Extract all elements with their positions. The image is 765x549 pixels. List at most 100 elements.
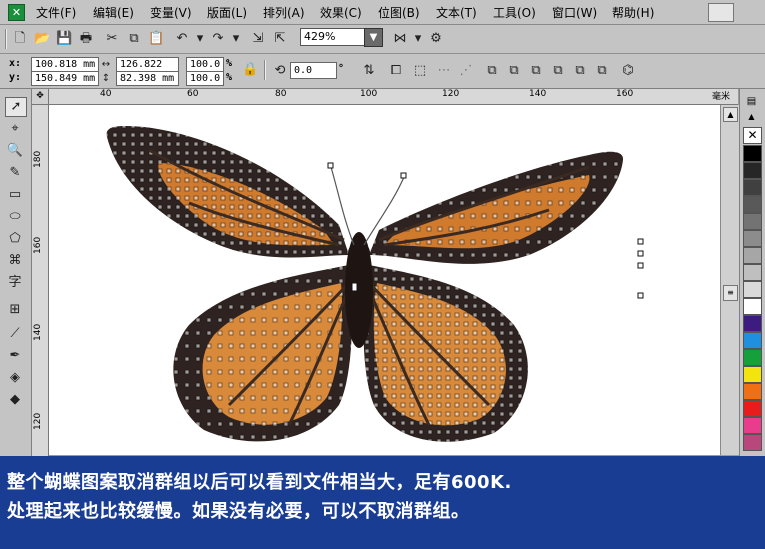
simplify-icon[interactable]: ⧉: [550, 63, 566, 79]
trim-icon[interactable]: ⧉: [506, 63, 522, 79]
save-icon[interactable]: 💾: [56, 31, 72, 47]
ruler-origin[interactable]: ✥: [32, 89, 49, 105]
weld-icon[interactable]: ⧉: [484, 63, 500, 79]
ungroup-icon[interactable]: ⬚: [412, 63, 428, 79]
color-swatch[interactable]: [743, 332, 762, 349]
snap-dropdown-icon[interactable]: ▾: [410, 31, 426, 47]
back-minus-front-icon[interactable]: ⧉: [594, 63, 610, 79]
text-tool-icon[interactable]: 字: [5, 274, 25, 292]
open-file-icon[interactable]: 📂: [34, 31, 50, 47]
options-icon[interactable]: ⚙: [428, 31, 444, 47]
menu-help[interactable]: 帮助(H): [612, 4, 654, 21]
menu-edit[interactable]: 编辑(E): [93, 4, 134, 21]
menu-layout[interactable]: 版面(L): [207, 4, 247, 21]
redo-icon[interactable]: ↷: [210, 31, 226, 47]
menu-file[interactable]: 文件(F): [36, 4, 76, 21]
width-field[interactable]: 126.822 mm: [116, 57, 179, 83]
undo-icon[interactable]: ↶: [174, 31, 190, 47]
vertical-ruler[interactable]: 180 160 140 120: [32, 104, 49, 456]
color-swatch[interactable]: [743, 179, 762, 196]
menu-variable[interactable]: 变量(V): [150, 4, 192, 21]
palette-menu-icon[interactable]: ▤: [744, 95, 759, 109]
mirror-icon[interactable]: ⇅: [361, 63, 377, 79]
menu-window[interactable]: 窗口(W): [552, 4, 597, 21]
scale-x-field[interactable]: 100.0: [186, 57, 224, 72]
color-swatch[interactable]: [743, 383, 762, 400]
menu-arrange[interactable]: 排列(A): [263, 4, 305, 21]
intersect-icon[interactable]: ⧉: [528, 63, 544, 79]
menu-text[interactable]: 文本(T): [436, 4, 477, 21]
snap-icon[interactable]: ⋈: [392, 31, 408, 47]
property-bar: x: y: 100.818 mm 150.849 mm ↔ ↕ 126.822 …: [0, 54, 765, 89]
group-icon[interactable]: ⧠: [388, 63, 404, 79]
zoom-level-select[interactable]: 429%: [300, 28, 367, 46]
lock-ratio-icon[interactable]: 🔒: [242, 62, 258, 78]
height-field[interactable]: 82.398 mm: [116, 71, 179, 86]
rectangle-tool-icon[interactable]: ▭: [5, 186, 25, 204]
scroll-up-icon[interactable]: ▲: [723, 107, 738, 122]
menu-effects[interactable]: 效果(C): [320, 4, 362, 21]
ruler-v-tick: 160: [33, 236, 43, 254]
y-position-field[interactable]: 150.849 mm: [31, 71, 99, 86]
eyedropper-tool-icon[interactable]: ⟋: [5, 325, 25, 343]
horizontal-ruler[interactable]: 40 60 80 100 120 140 160 毫米: [32, 89, 738, 105]
color-swatch[interactable]: [743, 247, 762, 264]
undo-dropdown-icon[interactable]: ▾: [192, 31, 208, 47]
basic-shapes-tool-icon[interactable]: ⌘: [5, 252, 25, 270]
interactive-fill-tool-icon[interactable]: ◆: [5, 391, 25, 409]
color-swatch[interactable]: [743, 162, 762, 179]
ruler-h-tick: 100: [360, 89, 378, 99]
break-apart-icon[interactable]: ⋰: [458, 63, 474, 79]
fill-tool-icon[interactable]: ◈: [5, 369, 25, 387]
combine-icon[interactable]: ⋯: [436, 63, 452, 79]
color-swatch[interactable]: [743, 213, 762, 230]
convert-to-curves-icon[interactable]: ⌬: [620, 63, 636, 79]
color-swatch[interactable]: [743, 196, 762, 213]
outline-tool-icon[interactable]: ✒: [5, 347, 25, 365]
front-minus-back-icon[interactable]: ⧉: [572, 63, 588, 79]
color-swatch[interactable]: [743, 145, 762, 162]
vertical-scrollbar[interactable]: ▲ ≡: [720, 105, 739, 455]
color-swatch[interactable]: [743, 349, 762, 366]
color-swatch[interactable]: [743, 315, 762, 332]
cut-icon[interactable]: ✂: [104, 31, 120, 47]
color-swatch[interactable]: [743, 366, 762, 383]
color-swatch[interactable]: [743, 230, 762, 247]
no-color-swatch-icon[interactable]: ✕: [743, 127, 762, 144]
color-swatch[interactable]: [743, 281, 762, 298]
color-swatch[interactable]: [743, 417, 762, 434]
freehand-tool-icon[interactable]: ✎: [5, 164, 25, 182]
x-position-field[interactable]: 100.818 mm: [31, 57, 99, 72]
export-icon[interactable]: ⇱: [272, 31, 288, 47]
ruler-h-tick: 140: [529, 89, 547, 99]
butterfly-artwork[interactable]: [49, 105, 720, 455]
rotation-field[interactable]: 0.0: [290, 62, 337, 79]
scale-y-field[interactable]: 100.0: [186, 71, 224, 86]
ellipse-tool-icon[interactable]: ⬭: [5, 208, 25, 226]
paste-icon[interactable]: 📋: [148, 31, 164, 47]
menu-tools[interactable]: 工具(O): [493, 4, 536, 21]
menu-bitmap[interactable]: 位图(B): [378, 4, 420, 21]
pick-tool-icon[interactable]: ➚: [5, 97, 27, 117]
color-swatch[interactable]: [743, 400, 762, 417]
zoom-tool-icon[interactable]: 🔍: [5, 142, 25, 160]
drawing-canvas[interactable]: [49, 105, 720, 455]
menu-window-control[interactable]: [708, 3, 734, 22]
new-file-icon[interactable]: 🗋: [12, 31, 28, 47]
toolbar-grip: [5, 29, 7, 49]
print-icon[interactable]: 🖶: [78, 31, 94, 47]
import-icon[interactable]: ⇲: [250, 31, 266, 47]
color-swatch[interactable]: [743, 434, 762, 451]
ruler-h-tick: 80: [275, 89, 287, 99]
color-swatch[interactable]: [743, 264, 762, 281]
color-swatch[interactable]: [743, 298, 762, 315]
polygon-tool-icon[interactable]: ⬠: [5, 230, 25, 248]
copy-icon[interactable]: ⧉: [126, 31, 142, 47]
palette-scroll-up-icon[interactable]: ▲: [744, 111, 759, 123]
redo-dropdown-icon[interactable]: ▾: [228, 31, 244, 47]
interactive-tool-icon[interactable]: ⊞: [5, 301, 25, 319]
zoom-dropdown-icon[interactable]: ▼: [364, 28, 383, 47]
scroll-thumb[interactable]: ≡: [723, 285, 738, 301]
shape-tool-icon[interactable]: ⌖: [5, 120, 25, 138]
caption-line-1: 整个蝴蝶图案取消群组以后可以看到文件相当大，足有600K.: [7, 472, 512, 493]
